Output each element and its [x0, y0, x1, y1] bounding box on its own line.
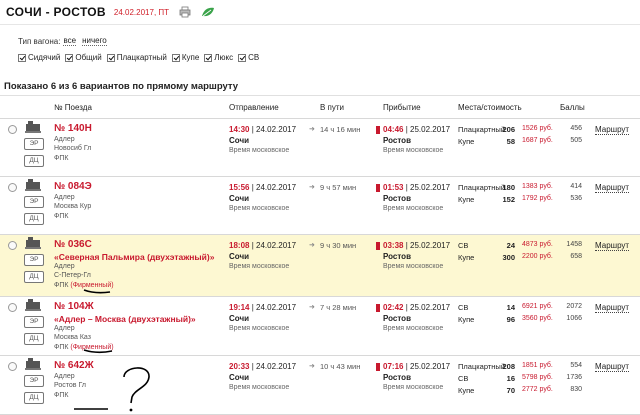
handwritten-annotations [74, 289, 150, 412]
